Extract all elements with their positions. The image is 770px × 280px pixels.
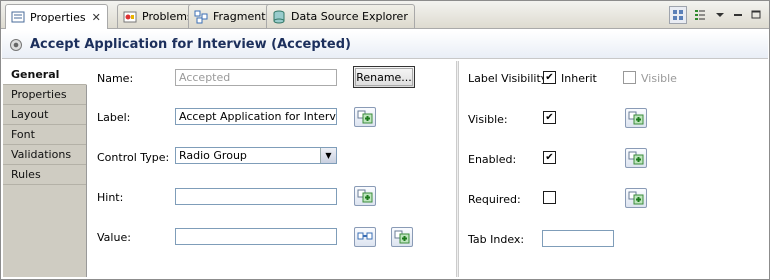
section-tab-validations[interactable]: Validations	[3, 145, 86, 165]
add-binding-icon	[357, 187, 373, 206]
section-tab-font[interactable]: Font	[3, 125, 86, 145]
section-tab-rules[interactable]: Rules	[3, 165, 86, 185]
properties-header: Accept Application for Interview (Accept…	[2, 31, 768, 59]
inherit-label: Inherit	[561, 72, 597, 85]
check-icon: ✔	[545, 111, 554, 123]
properties-icon	[11, 10, 25, 24]
add-label-button[interactable]	[354, 107, 376, 127]
tab-properties[interactable]: Properties ✕	[5, 4, 108, 29]
label-label: Label:	[97, 111, 131, 124]
chevron-down-icon[interactable]: ▼	[320, 148, 336, 163]
close-icon[interactable]: ✕	[92, 11, 101, 24]
visible-checkbox[interactable]: ✔	[543, 111, 556, 124]
tab-properties-label: Properties	[30, 10, 86, 24]
page-title: Accept Application for Interview (Accept…	[30, 37, 351, 52]
visible-option-checkbox[interactable]	[623, 71, 636, 84]
enabled-label: Enabled:	[468, 153, 517, 166]
categories-icon[interactable]	[669, 6, 687, 24]
add-binding-icon	[628, 189, 644, 208]
hint-label: Hint:	[97, 191, 124, 204]
required-checkbox[interactable]	[543, 191, 556, 204]
tab-data-source-explorer-label: Data Source Explorer	[291, 10, 408, 23]
tab-fragments-label: Fragments	[213, 10, 272, 23]
add-binding-icon	[628, 109, 644, 128]
add-binding-icon	[628, 149, 644, 168]
visible-option-label: Visible	[641, 72, 677, 85]
add-visible-rule-button[interactable]	[625, 108, 647, 128]
label-field[interactable]: Accept Application for Interview	[175, 108, 337, 125]
value-field[interactable]	[175, 228, 337, 245]
control-type-value: Radio Group	[179, 149, 247, 162]
add-enabled-rule-button[interactable]	[625, 148, 647, 168]
tab-fragments[interactable]: Fragments	[188, 4, 279, 28]
required-label: Required:	[468, 193, 521, 206]
view-menu-icon[interactable]	[713, 6, 727, 24]
value-label: Value:	[97, 231, 131, 244]
rename-button[interactable]: Rename...	[353, 66, 415, 88]
section-tab-properties[interactable]: Properties	[3, 85, 86, 105]
enabled-checkbox[interactable]: ✔	[543, 151, 556, 164]
maximize-icon[interactable]	[749, 6, 763, 24]
database-icon	[272, 10, 286, 24]
control-type-label: Control Type:	[97, 151, 170, 164]
visible-label: Visible:	[468, 113, 508, 126]
properties-view: Properties ✕ Problems Fragments Data Sou…	[0, 0, 770, 280]
link-icon	[357, 228, 373, 247]
bind-value-button[interactable]	[354, 227, 376, 247]
add-binding-icon	[394, 228, 410, 247]
hint-field[interactable]	[175, 188, 337, 205]
fragments-icon	[194, 10, 208, 24]
view-tab-bar: Properties ✕ Problems Fragments Data Sou…	[1, 1, 769, 29]
tab-data-source-explorer[interactable]: Data Source Explorer	[266, 4, 415, 28]
label-visibility-label: Label Visibility:	[468, 72, 551, 85]
view-toolbar	[669, 6, 763, 24]
inherit-checkbox[interactable]: ✔	[543, 71, 556, 84]
check-icon: ✔	[545, 151, 554, 163]
minimize-icon[interactable]	[731, 6, 745, 24]
section-tabs: General Properties Layout Font Validatio…	[3, 65, 87, 277]
list-view-icon[interactable]	[691, 6, 709, 24]
radio-group-icon	[10, 38, 22, 51]
name-field[interactable]: Accepted	[175, 69, 337, 86]
section-tab-layout[interactable]: Layout	[3, 105, 86, 125]
problems-icon	[123, 10, 137, 24]
add-value-button[interactable]	[391, 227, 413, 247]
section-tab-general[interactable]: General	[3, 65, 87, 85]
column-divider[interactable]	[456, 61, 459, 277]
tab-index-label: Tab Index:	[468, 233, 525, 246]
tab-index-field[interactable]	[542, 230, 614, 247]
tab-problems-label: Problems	[142, 10, 193, 23]
name-label: Name:	[97, 72, 134, 85]
add-required-rule-button[interactable]	[625, 188, 647, 208]
add-hint-button[interactable]	[354, 186, 376, 206]
check-icon: ✔	[545, 71, 554, 83]
add-binding-icon	[357, 108, 373, 127]
control-type-select[interactable]: Radio Group ▼	[175, 147, 337, 164]
